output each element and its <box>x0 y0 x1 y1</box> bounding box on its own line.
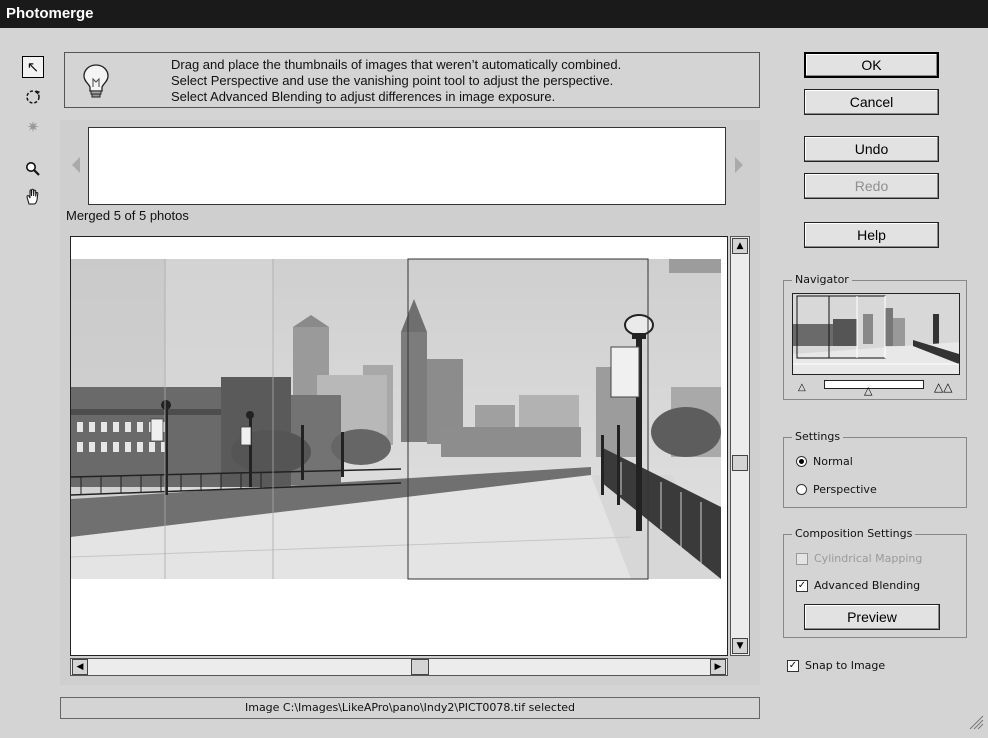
redo-button: Redo <box>804 173 939 199</box>
thumbnail-strip[interactable] <box>88 127 726 205</box>
tip-line-2: Select Perspective and use the vanishing… <box>171 73 614 88</box>
zoom-slider[interactable] <box>824 380 924 389</box>
help-button[interactable]: Help <box>804 222 939 248</box>
navigator-label: Navigator <box>792 273 852 286</box>
composition-settings-group: Composition Settings Cylindrical Mapping… <box>783 527 967 638</box>
panorama-image[interactable] <box>71 237 728 656</box>
strip-right-arrow-icon[interactable] <box>735 157 743 173</box>
normal-label: Normal <box>813 455 853 468</box>
cylindrical-mapping-option: Cylindrical Mapping <box>796 552 922 565</box>
scroll-left-icon[interactable]: ◀ <box>72 659 88 675</box>
advanced-blending-checkbox[interactable]: ✓ <box>796 579 808 592</box>
zoom-out-icon[interactable]: △ <box>798 382 806 393</box>
photomerge-dialog: Photomerge ↖ ✷ Drag and place the thumbn… <box>0 0 988 738</box>
cancel-button[interactable]: Cancel <box>804 89 939 115</box>
snap-to-image-checkbox[interactable]: ✓ <box>787 659 799 672</box>
normal-option[interactable]: Normal <box>796 455 853 468</box>
perspective-label: Perspective <box>813 483 877 496</box>
status-bar: Image C:\Images\LikeAPro\pano\Indy2\PICT… <box>60 697 760 719</box>
hand-tool-icon[interactable] <box>22 186 44 208</box>
ok-button[interactable]: OK <box>804 52 939 78</box>
rotate-tool-icon[interactable] <box>22 86 44 108</box>
resize-grip-icon[interactable] <box>966 712 984 730</box>
settings-group: Settings Normal Perspective <box>783 430 967 508</box>
select-tool-icon[interactable]: ↖ <box>22 56 44 78</box>
snap-to-image-option[interactable]: ✓ Snap to Image <box>787 659 885 672</box>
advanced-blending-option[interactable]: ✓ Advanced Blending <box>796 579 920 592</box>
window-title: Photomerge <box>0 0 988 28</box>
snap-to-image-label: Snap to Image <box>805 659 886 672</box>
advanced-blending-label: Advanced Blending <box>814 579 921 592</box>
lightbulb-icon <box>79 61 113 101</box>
undo-button[interactable]: Undo <box>804 136 939 162</box>
navigator-group: Navigator △ △ △△ <box>783 273 967 400</box>
tip-line-1: Drag and place the thumbnails of images … <box>171 57 622 72</box>
cylindrical-mapping-label: Cylindrical Mapping <box>814 552 923 565</box>
settings-label: Settings <box>792 430 844 443</box>
composition-settings-label: Composition Settings <box>792 527 916 540</box>
scroll-right-icon[interactable]: ▶ <box>710 659 726 675</box>
zoom-in-icon[interactable]: △△ <box>934 380 952 394</box>
zoom-tool-icon[interactable] <box>22 158 44 180</box>
tip-line-3: Select Advanced Blending to adjust diffe… <box>171 89 556 104</box>
perspective-option[interactable]: Perspective <box>796 483 877 496</box>
preview-button[interactable]: Preview <box>804 604 940 630</box>
vertical-scroll-thumb[interactable] <box>732 455 748 471</box>
vanishing-point-tool-icon: ✷ <box>26 118 40 136</box>
zoom-slider-thumb[interactable]: △ <box>864 384 872 397</box>
horizontal-scrollbar[interactable]: ◀ ▶ <box>70 658 728 676</box>
scroll-up-icon[interactable]: ▲ <box>732 238 748 254</box>
merged-count-label: Merged 5 of 5 photos <box>66 208 189 223</box>
strip-left-arrow-icon[interactable] <box>72 157 80 173</box>
scroll-down-icon[interactable]: ▼ <box>732 638 748 654</box>
tip-box: Drag and place the thumbnails of images … <box>64 52 760 108</box>
panorama-canvas[interactable] <box>70 236 728 656</box>
normal-radio[interactable] <box>796 456 807 467</box>
vertical-scrollbar[interactable]: ▲ ▼ <box>730 236 750 656</box>
cylindrical-mapping-checkbox <box>796 552 808 565</box>
navigator-preview[interactable] <box>792 293 960 375</box>
perspective-radio[interactable] <box>796 484 807 495</box>
horizontal-scroll-thumb[interactable] <box>411 659 429 675</box>
